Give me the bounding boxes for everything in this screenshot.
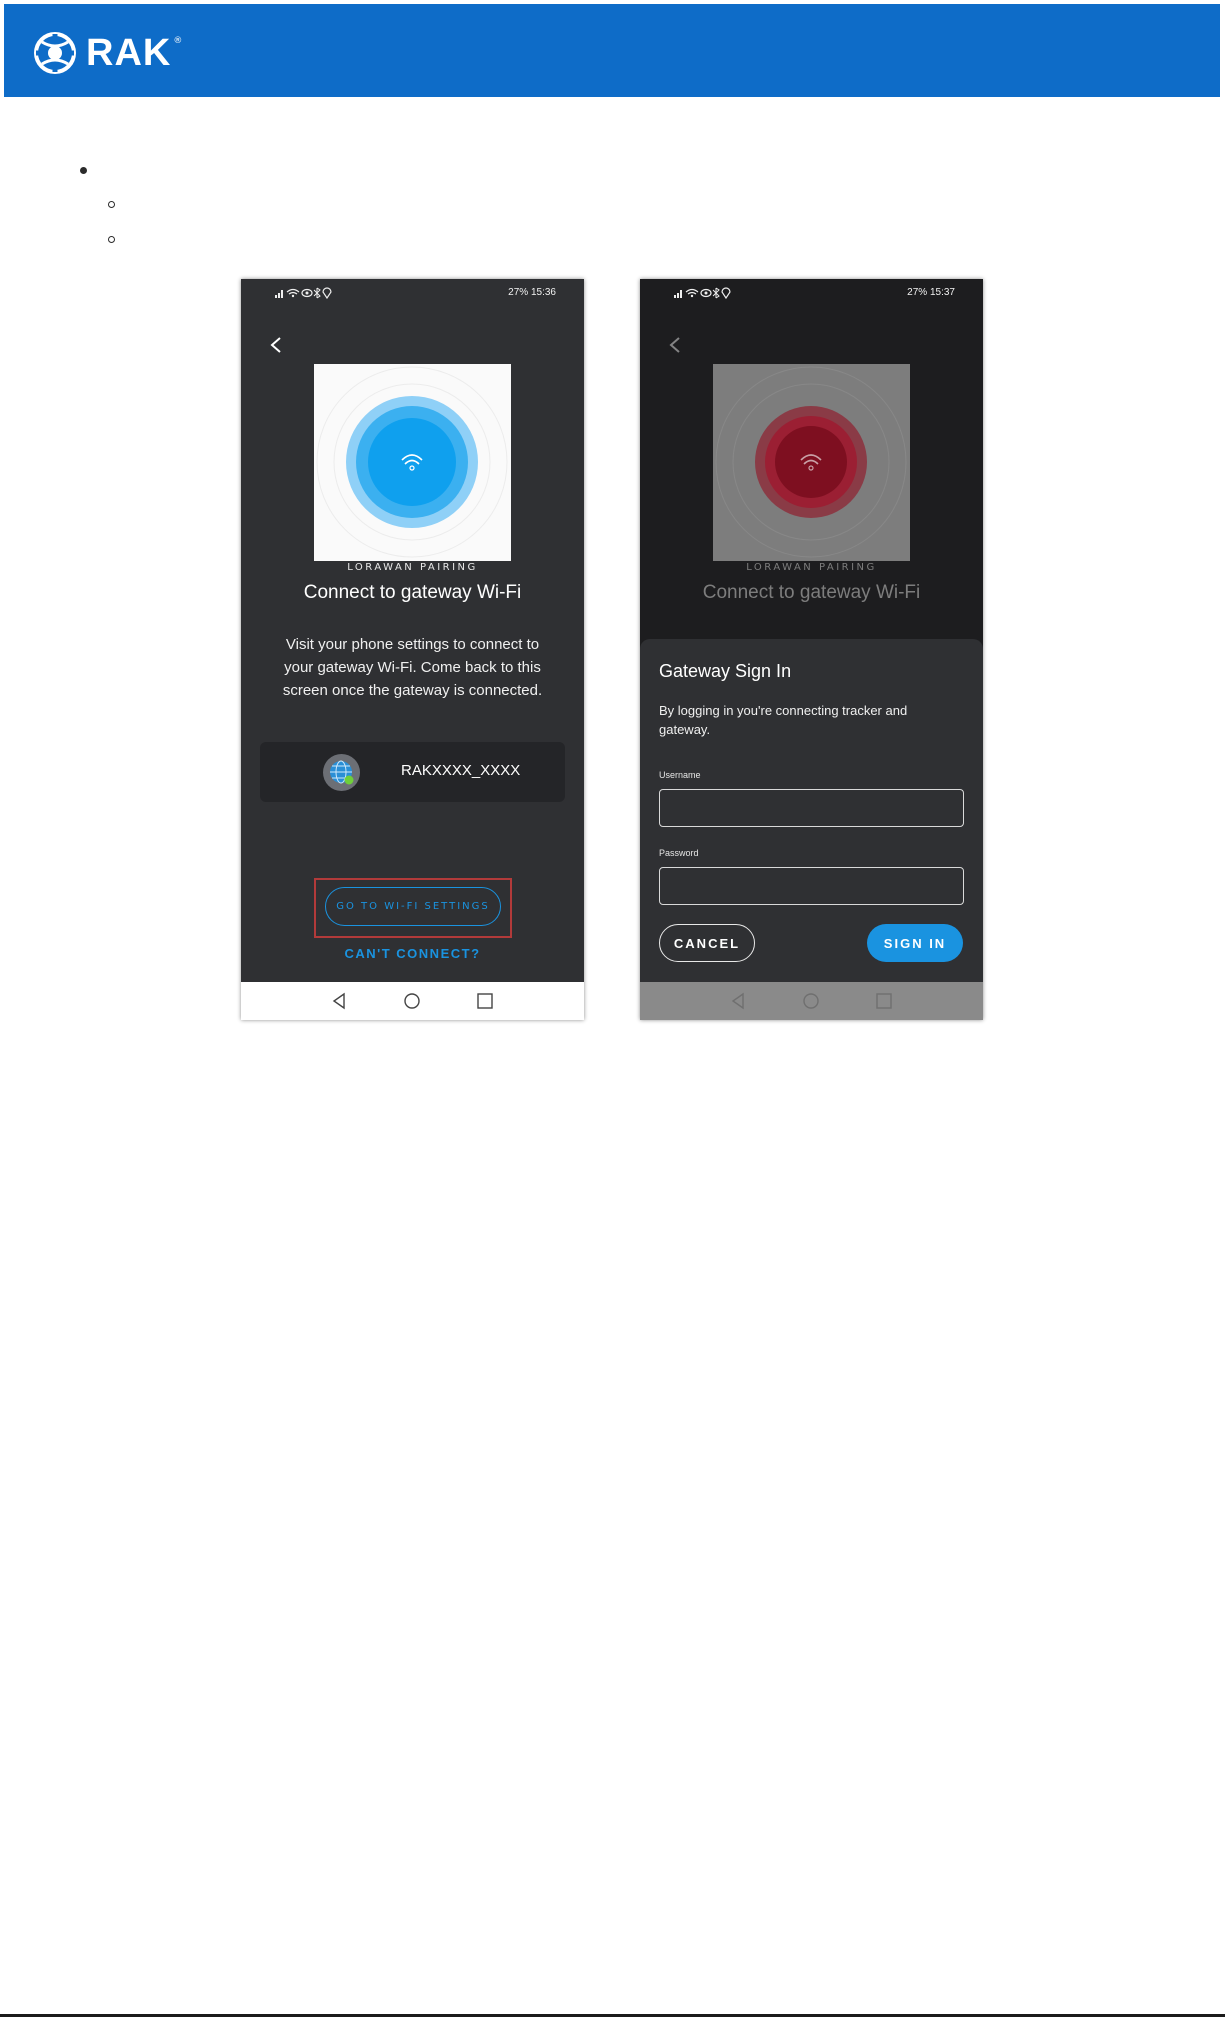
globe-icon: [323, 754, 360, 791]
brand-name: RAK: [86, 31, 172, 74]
status-icons: [674, 287, 734, 302]
network-name: RAKXXXX_XXXX: [401, 762, 521, 779]
sub-bullet-point: [108, 236, 115, 243]
username-label: Username: [659, 770, 701, 780]
nav-back-icon[interactable]: [330, 992, 348, 1010]
status-bar: 27% 15:36: [241, 279, 584, 309]
android-nav-bar: [241, 982, 584, 1020]
nav-recents-icon[interactable]: [875, 992, 893, 1010]
status-battery-time: 27% 15:37: [907, 287, 955, 298]
section-label: LORAWAN PAIRING: [347, 562, 478, 573]
back-chevron-icon[interactable]: [269, 334, 283, 360]
sign-in-button[interactable]: SIGN IN: [867, 924, 963, 962]
nav-home-icon[interactable]: [802, 992, 820, 1010]
username-field[interactable]: [659, 789, 964, 827]
status-battery-time: 27% 15:36: [508, 287, 556, 298]
password-label: Password: [659, 848, 699, 858]
document-header: RAK ®: [4, 4, 1220, 97]
rak-logo: RAK ®: [32, 30, 182, 76]
dialog-title: Gateway Sign In: [659, 661, 792, 681]
dialog-description: By logging in you're connecting tracker …: [659, 703, 908, 737]
nav-back-icon[interactable]: [729, 992, 747, 1010]
phone-screenshot-wifi: 27% 15:36 LORAWAN PAIRING Connect to gat…: [241, 279, 584, 1020]
gateway-pairing-illustration: [713, 364, 910, 561]
sub-bullet-point: [108, 201, 115, 208]
back-chevron-icon[interactable]: [668, 334, 682, 360]
network-card[interactable]: RAKXXXX_XXXX: [260, 742, 565, 802]
nav-home-icon[interactable]: [403, 992, 421, 1010]
gateway-sign-in-dialog: Gateway Sign In By logging in you're con…: [640, 639, 983, 982]
section-label: LORAWAN PAIRING: [746, 562, 877, 573]
go-to-wifi-settings-button[interactable]: GO TO WI-FI SETTINGS: [325, 887, 501, 926]
cancel-button[interactable]: CANCEL: [659, 924, 755, 962]
screen-description: Visit your phone settings to connect to …: [282, 636, 543, 699]
screen-title: Connect to gateway Wi-Fi: [303, 582, 522, 603]
bullet-point: [80, 167, 87, 174]
screen-title: Connect to gateway Wi-Fi: [702, 582, 921, 603]
android-nav-bar: [640, 982, 983, 1020]
cant-connect-link[interactable]: CAN'T CONNECT?: [241, 946, 584, 961]
phone-screenshot-sign-in: 27% 15:37 LORAWAN PAIRING Connect to gat…: [640, 279, 983, 1020]
status-icons: [275, 287, 335, 302]
nav-recents-icon[interactable]: [476, 992, 494, 1010]
password-field[interactable]: [659, 867, 964, 905]
wifi-pairing-illustration: [314, 364, 511, 561]
rak-logo-icon: [34, 32, 76, 74]
registered-mark: ®: [173, 36, 183, 46]
status-bar: 27% 15:37: [640, 279, 983, 309]
